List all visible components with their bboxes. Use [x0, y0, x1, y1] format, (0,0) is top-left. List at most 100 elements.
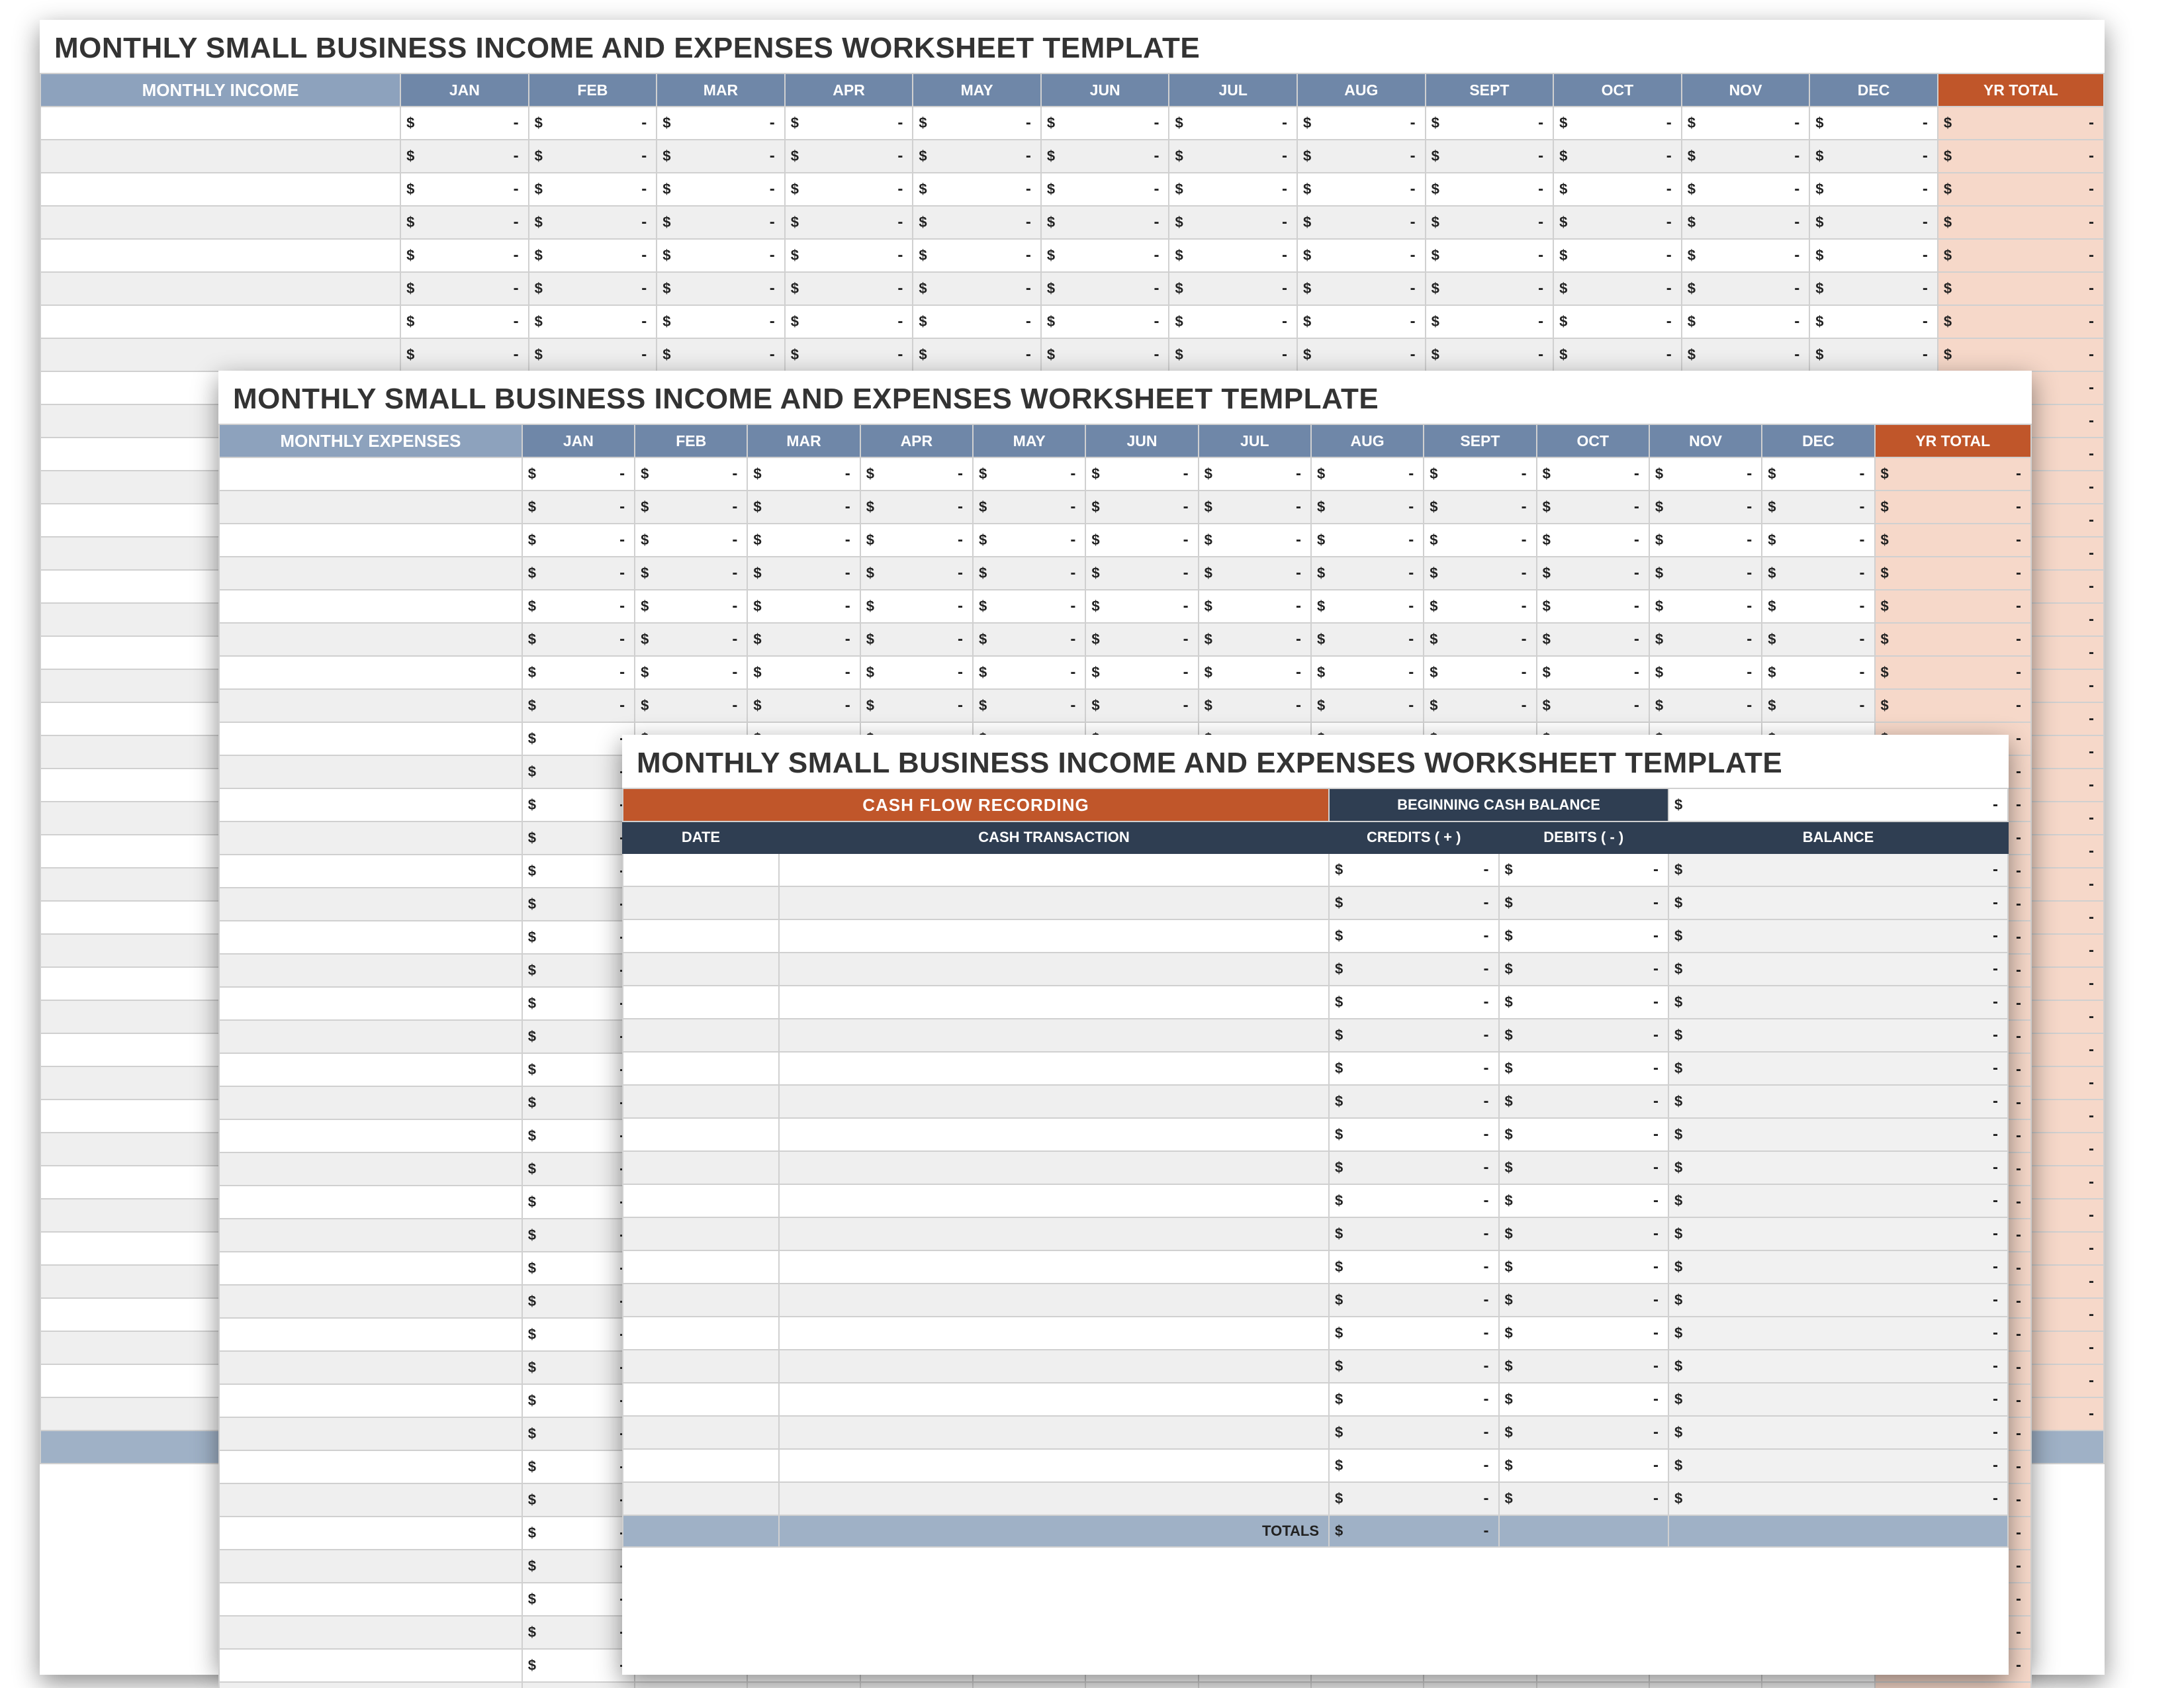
- income-amount-cell[interactable]: $-: [1297, 140, 1426, 173]
- income-amount-cell[interactable]: $-: [1809, 338, 1938, 371]
- expenses-amount-cell[interactable]: $-: [1199, 623, 1311, 656]
- cashflow-debit-cell[interactable]: $-: [1499, 1217, 1669, 1250]
- expenses-amount-cell[interactable]: $-: [1424, 457, 1536, 491]
- expenses-amount-cell[interactable]: $-: [522, 888, 635, 921]
- income-amount-cell[interactable]: $-: [657, 239, 785, 272]
- cashflow-txn-cell[interactable]: [779, 1151, 1329, 1184]
- income-amount-cell[interactable]: $-: [1426, 272, 1554, 305]
- expenses-row-label[interactable]: [219, 1550, 522, 1583]
- cashflow-txn-cell[interactable]: [779, 919, 1329, 953]
- expenses-row-label[interactable]: [219, 1086, 522, 1119]
- expenses-row-label[interactable]: [219, 921, 522, 954]
- cashflow-date-cell[interactable]: [623, 1284, 779, 1317]
- expenses-amount-cell[interactable]: $-: [1311, 689, 1424, 722]
- expenses-amount-cell[interactable]: $-: [522, 788, 635, 821]
- cashflow-date-cell[interactable]: [623, 886, 779, 919]
- expenses-amount-cell[interactable]: $-: [747, 689, 860, 722]
- expenses-amount-cell[interactable]: $-: [522, 1252, 635, 1285]
- cashflow-credit-cell[interactable]: $-: [1329, 1085, 1498, 1118]
- expenses-amount-cell[interactable]: $-: [973, 457, 1085, 491]
- income-amount-cell[interactable]: $-: [1553, 338, 1682, 371]
- income-amount-cell[interactable]: $-: [1682, 173, 1810, 206]
- expenses-amount-cell[interactable]: $-: [522, 1417, 635, 1450]
- expenses-amount-cell[interactable]: $-: [522, 1583, 635, 1616]
- cashflow-txn-cell[interactable]: [779, 886, 1329, 919]
- cashflow-credit-cell[interactable]: $-: [1329, 919, 1498, 953]
- income-amount-cell[interactable]: $-: [1169, 140, 1297, 173]
- income-amount-cell[interactable]: $-: [785, 272, 913, 305]
- income-amount-cell[interactable]: $-: [785, 239, 913, 272]
- income-amount-cell[interactable]: $-: [913, 239, 1041, 272]
- cashflow-credit-cell[interactable]: $-: [1329, 853, 1498, 886]
- expenses-amount-cell[interactable]: $-: [1311, 457, 1424, 491]
- expenses-amount-cell[interactable]: $-: [860, 590, 973, 623]
- expenses-row-label[interactable]: [219, 1384, 522, 1417]
- income-amount-cell[interactable]: $-: [913, 107, 1041, 140]
- expenses-row-label[interactable]: [219, 590, 522, 623]
- income-row-label[interactable]: [40, 206, 400, 239]
- cashflow-txn-cell[interactable]: [779, 1317, 1329, 1350]
- expenses-amount-cell[interactable]: $-: [635, 590, 747, 623]
- cashflow-credit-cell[interactable]: $-: [1329, 1284, 1498, 1317]
- expenses-row-label[interactable]: [219, 656, 522, 689]
- expenses-amount-cell[interactable]: $-: [1199, 557, 1311, 590]
- income-amount-cell[interactable]: $-: [785, 206, 913, 239]
- expenses-amount-cell[interactable]: $-: [1199, 524, 1311, 557]
- expenses-amount-cell[interactable]: $-: [1537, 689, 1649, 722]
- expenses-amount-cell[interactable]: $-: [1762, 689, 1874, 722]
- expenses-amount-cell[interactable]: $-: [1762, 457, 1874, 491]
- income-amount-cell[interactable]: $-: [529, 206, 657, 239]
- expenses-amount-cell[interactable]: $-: [1762, 524, 1874, 557]
- income-amount-cell[interactable]: $-: [400, 272, 529, 305]
- expenses-amount-cell[interactable]: $-: [522, 755, 635, 788]
- expenses-amount-cell[interactable]: $-: [1085, 457, 1198, 491]
- cashflow-debit-cell[interactable]: $-: [1499, 1118, 1669, 1151]
- cashflow-txn-cell[interactable]: [779, 1482, 1329, 1515]
- expenses-amount-cell[interactable]: $-: [522, 987, 635, 1020]
- expenses-amount-cell[interactable]: $-: [635, 656, 747, 689]
- income-amount-cell[interactable]: $-: [785, 338, 913, 371]
- cashflow-credit-cell[interactable]: $-: [1329, 1019, 1498, 1052]
- income-amount-cell[interactable]: $-: [1553, 305, 1682, 338]
- cashflow-debit-cell[interactable]: $-: [1499, 986, 1669, 1019]
- expenses-amount-cell[interactable]: $-: [1649, 656, 1762, 689]
- income-amount-cell[interactable]: $-: [1809, 239, 1938, 272]
- cashflow-date-cell[interactable]: [623, 1085, 779, 1118]
- income-amount-cell[interactable]: $-: [1809, 272, 1938, 305]
- expenses-amount-cell[interactable]: $-: [1762, 623, 1874, 656]
- expenses-amount-cell[interactable]: $-: [522, 1186, 635, 1219]
- expenses-amount-cell[interactable]: $-: [522, 689, 635, 722]
- cashflow-txn-cell[interactable]: [779, 1118, 1329, 1151]
- expenses-amount-cell[interactable]: $-: [860, 557, 973, 590]
- income-amount-cell[interactable]: $-: [785, 140, 913, 173]
- expenses-row-label[interactable]: [219, 1318, 522, 1351]
- income-row-label[interactable]: [40, 338, 400, 371]
- expenses-row-label[interactable]: [219, 623, 522, 656]
- expenses-row-label[interactable]: [219, 788, 522, 821]
- cashflow-date-cell[interactable]: [623, 1449, 779, 1482]
- cashflow-date-cell[interactable]: [623, 1250, 779, 1284]
- expenses-row-label[interactable]: [219, 987, 522, 1020]
- expenses-row-label[interactable]: [219, 1616, 522, 1649]
- expenses-amount-cell[interactable]: $-: [522, 623, 635, 656]
- income-amount-cell[interactable]: $-: [529, 272, 657, 305]
- income-amount-cell[interactable]: $-: [657, 338, 785, 371]
- expenses-amount-cell[interactable]: $-: [1311, 590, 1424, 623]
- cashflow-credit-cell[interactable]: $-: [1329, 1217, 1498, 1250]
- income-amount-cell[interactable]: $-: [657, 305, 785, 338]
- expenses-row-label[interactable]: [219, 1517, 522, 1550]
- expenses-amount-cell[interactable]: $-: [1424, 491, 1536, 524]
- expenses-amount-cell[interactable]: $-: [522, 1053, 635, 1086]
- expenses-amount-cell[interactable]: $-: [860, 1682, 973, 1688]
- expenses-amount-cell[interactable]: $-: [1537, 590, 1649, 623]
- cashflow-credit-cell[interactable]: $-: [1329, 1151, 1498, 1184]
- expenses-amount-cell[interactable]: $-: [1537, 457, 1649, 491]
- expenses-amount-cell[interactable]: $-: [1537, 656, 1649, 689]
- expenses-row-label[interactable]: [219, 954, 522, 987]
- expenses-amount-cell[interactable]: $-: [747, 623, 860, 656]
- expenses-amount-cell[interactable]: $-: [860, 524, 973, 557]
- expenses-amount-cell[interactable]: $-: [747, 656, 860, 689]
- income-amount-cell[interactable]: $-: [1169, 206, 1297, 239]
- income-amount-cell[interactable]: $-: [1041, 107, 1169, 140]
- expenses-amount-cell[interactable]: $-: [1649, 1682, 1762, 1688]
